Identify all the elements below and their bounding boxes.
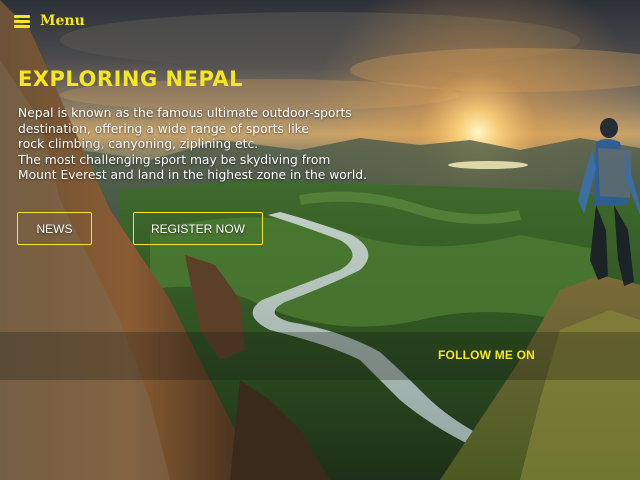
news-button[interactable]: NEWS — [17, 212, 92, 245]
hero-description-line: rock climbing, canyoning, ziplining etc. — [18, 137, 259, 151]
hero-description-line: destination, offering a wide range of sp… — [18, 121, 309, 136]
register-now-button[interactable]: REGISTER NOW — [133, 212, 263, 245]
follow-me-label: FOLLOW ME ON — [438, 348, 536, 362]
hero-description-line: Mount Everest and land in the highest zo… — [18, 168, 367, 182]
hamburger-menu-icon[interactable] — [14, 14, 30, 28]
menu-button[interactable]: Menu — [14, 13, 85, 29]
hero-title: EXPLORING NEPAL — [18, 67, 244, 91]
hero-description: Nepal is known as the famous ultimate ou… — [18, 106, 388, 184]
landing-page: Menu EXPLORING NEPAL Nepal is known as t… — [0, 0, 640, 480]
follow-section — [0, 332, 640, 380]
menu-label[interactable]: Menu — [40, 13, 85, 29]
hero-description-line: The most challenging sport may be skydiv… — [18, 152, 331, 167]
hero-description-line: Nepal is known as the famous ultimate ou… — [18, 106, 352, 120]
